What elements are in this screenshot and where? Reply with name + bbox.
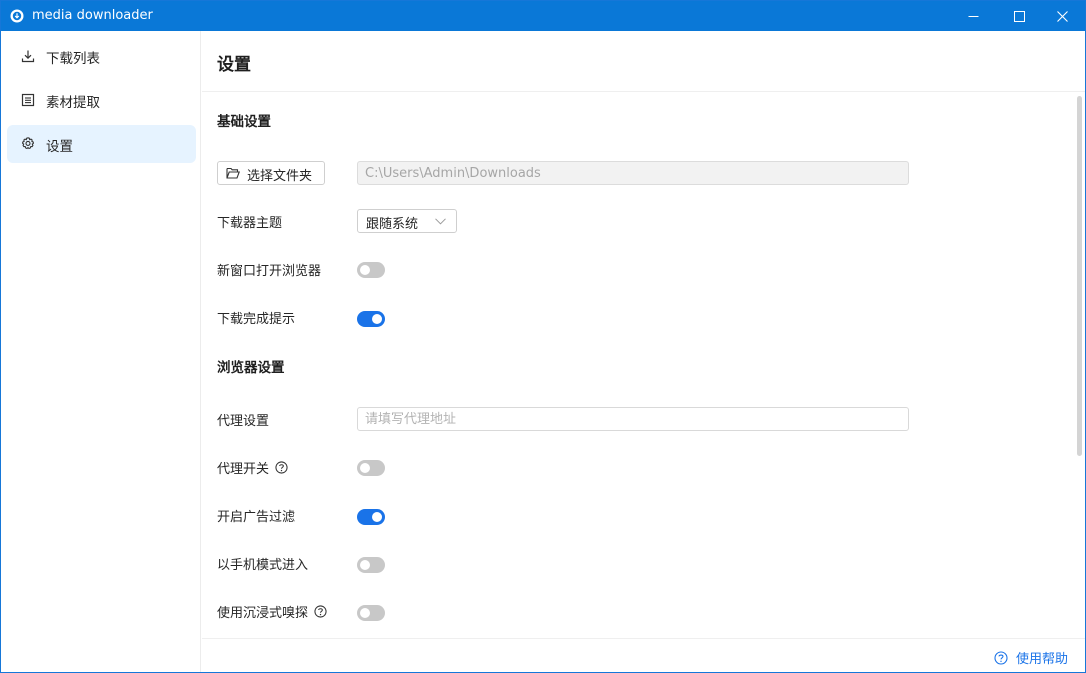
help-circle-icon [994, 650, 1008, 665]
proxy-switch-label: 代理开关 [217, 462, 270, 477]
section-title-basic: 基础设置 [217, 114, 271, 130]
maximize-icon [1013, 10, 1025, 22]
immersive-label: 使用沉浸式嗅探 [217, 606, 309, 621]
mobile-mode-toggle[interactable] [357, 557, 385, 573]
document-icon [21, 93, 35, 107]
ad-filter-toggle[interactable] [357, 509, 385, 525]
choose-folder-label: 选择文件夹 [247, 169, 313, 184]
immersive-row-label: 使用沉浸式嗅探 [217, 602, 327, 621]
page-title: 设置 [217, 55, 251, 75]
theme-label: 下载器主题 [217, 216, 283, 231]
toggle-knob [360, 560, 370, 570]
footer: 使用帮助 [202, 638, 1085, 672]
proxy-switch-toggle[interactable] [357, 460, 385, 476]
toggle-knob [372, 314, 382, 324]
section-title-browser: 浏览器设置 [217, 360, 285, 376]
main-panel: 设置 基础设置 选择文件夹 下载器主题 跟随系统 新窗口打开浏览器 [202, 31, 1085, 672]
sidebar-item-label: 下载列表 [46, 51, 100, 67]
question-circle-icon[interactable] [314, 605, 327, 618]
toggle-knob [360, 463, 370, 473]
title-bar: media downloader [1, 1, 1085, 31]
toggle-knob [360, 608, 370, 618]
download-path-field[interactable] [357, 161, 909, 185]
close-icon [1056, 10, 1068, 22]
immersive-toggle[interactable] [357, 605, 385, 621]
mobile-mode-label: 以手机模式进入 [217, 558, 309, 573]
settings-content: 基础设置 选择文件夹 下载器主题 跟随系统 新窗口打开浏览器 下载完成提示 [202, 92, 1074, 638]
sidebar-item-extract[interactable]: 素材提取 [7, 81, 196, 119]
theme-select[interactable]: 跟随系统 [357, 209, 457, 233]
proxy-address-input[interactable] [357, 407, 909, 431]
close-button[interactable] [1039, 1, 1085, 31]
sidebar-item-label: 设置 [46, 139, 73, 155]
theme-select-value: 跟随系统 [366, 217, 419, 232]
new-window-toggle[interactable] [357, 262, 385, 278]
chevron-down-icon [435, 218, 446, 225]
question-circle-icon[interactable] [275, 461, 288, 474]
minimize-icon [968, 15, 978, 17]
sidebar-item-label: 素材提取 [46, 95, 100, 111]
scrollbar-thumb[interactable] [1077, 96, 1082, 456]
complete-notice-label: 下载完成提示 [217, 312, 296, 327]
toggle-knob [360, 265, 370, 275]
vertical-scrollbar[interactable] [1075, 92, 1084, 638]
help-link[interactable]: 使用帮助 [994, 648, 1068, 667]
gear-icon [22, 137, 34, 150]
page-header: 设置 [202, 31, 1085, 92]
sidebar: 下载列表 素材提取 设置 [1, 31, 201, 672]
window-title: media downloader [32, 8, 153, 23]
sidebar-item-settings[interactable]: 设置 [7, 125, 196, 163]
ad-filter-label: 开启广告过滤 [217, 510, 296, 525]
proxy-label: 代理设置 [217, 414, 270, 429]
app-window: media downloader 下载列表 素材提取 设置 设置 基础设置 选择… [0, 0, 1086, 673]
download-icon [21, 50, 35, 63]
minimize-button[interactable] [950, 1, 996, 31]
help-link-label: 使用帮助 [1016, 652, 1069, 667]
new-window-label: 新窗口打开浏览器 [217, 264, 322, 279]
sidebar-item-downloads[interactable]: 下载列表 [7, 37, 196, 75]
proxy-switch-row-label: 代理开关 [217, 458, 288, 477]
choose-folder-button[interactable]: 选择文件夹 [217, 161, 325, 185]
app-logo-icon [10, 9, 24, 23]
toggle-knob [372, 512, 382, 522]
folder-open-icon [226, 167, 240, 179]
maximize-button[interactable] [996, 1, 1042, 31]
complete-notice-toggle[interactable] [357, 311, 385, 327]
